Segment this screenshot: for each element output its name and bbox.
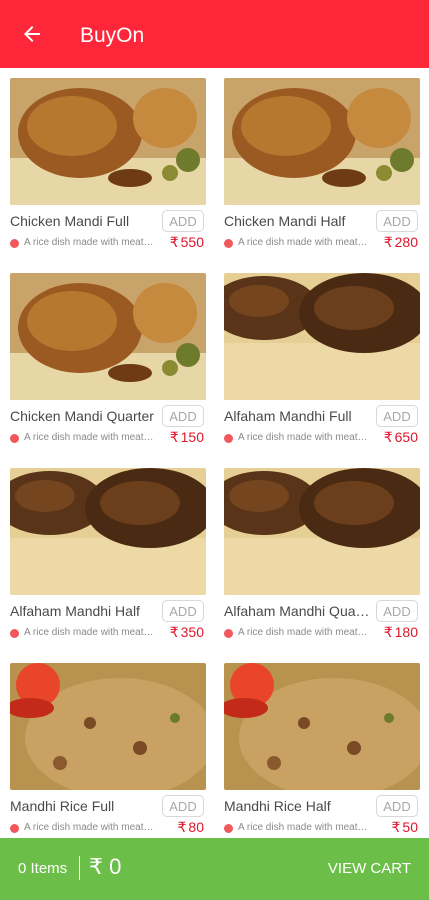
product-price: ₹350 [170,623,204,641]
product-name: Chicken Mandi Full [10,213,130,229]
price-value: 50 [402,819,418,835]
product-name: Chicken Mandi Half [224,213,346,229]
currency-symbol: ₹ [169,624,179,640]
product-card[interactable]: Chicken Mandi Full ADD A rice dish made … [10,78,206,263]
alfaham-image[interactable] [10,468,206,595]
divider [79,856,80,880]
food-type-dot [224,629,233,638]
currency-symbol: ₹ [169,429,179,445]
product-card[interactable]: Alfaham Mandhi Quarter ADD A rice dish m… [224,468,420,653]
food-type-dot [10,239,19,248]
alfaham-image[interactable] [224,468,420,595]
product-description: A rice dish made with meat, rice and spi… [24,627,156,638]
mandhi-rice-image[interactable] [224,663,420,790]
product-card[interactable]: Chicken Mandi Half ADD A rice dish made … [224,78,420,263]
product-description: A rice dish made with meat, rice and spi… [24,432,156,443]
food-type-dot [224,824,233,833]
food-type-dot [10,629,19,638]
alfaham-image[interactable] [224,273,420,400]
chicken-mandi-image[interactable] [224,78,420,205]
add-button[interactable]: ADD [162,210,204,232]
add-button[interactable]: ADD [162,600,204,622]
product-card[interactable]: Chicken Mandi Quarter ADD A rice dish ma… [10,273,206,458]
cart-items-count: 0 Items [18,860,68,877]
product-price: ₹50 [392,818,419,836]
currency-symbol: ₹ [177,819,187,835]
mandhi-rice-image[interactable] [10,663,206,790]
product-name: Chicken Mandi Quarter [10,408,154,424]
add-button[interactable]: ADD [162,795,204,817]
cart-total: ₹ 0 [89,854,121,880]
food-type-dot [10,434,19,443]
product-price: ₹280 [384,233,418,251]
add-button[interactable]: ADD [162,405,204,427]
product-name: Alfaham Mandhi Full [224,408,352,424]
currency-symbol: ₹ [169,234,179,250]
price-value: 150 [180,429,204,445]
chicken-mandi-image[interactable] [10,273,206,400]
add-button[interactable]: ADD [376,405,418,427]
product-description: A rice dish made with meat, rice and spi… [24,822,156,833]
product-card[interactable]: Alfaham Mandhi Full ADD A rice dish made… [224,273,420,458]
product-price: ₹650 [384,428,418,446]
product-card[interactable]: Mandhi Rice Full ADD A rice dish made wi… [10,663,206,838]
product-grid: Chicken Mandi Full ADD A rice dish made … [0,68,429,838]
food-type-dot [10,824,19,833]
product-name: Mandhi Rice Half [224,798,331,814]
total-value: 0 [109,854,122,879]
product-card[interactable]: Mandhi Rice Half ADD A rice dish made wi… [224,663,420,838]
product-description: A rice dish made with meat, rice and spi… [238,627,370,638]
currency-symbol: ₹ [89,854,103,879]
price-value: 550 [180,234,204,250]
app-bar: BuyOn [0,0,429,68]
product-description: A rice dish made with meat, rice and spi… [238,822,370,833]
arrow-left-icon[interactable] [20,22,44,46]
cart-bar: 0 Items ₹ 0 VIEW CART [0,838,429,900]
product-description: A rice dish made with meat, rice and spi… [24,237,156,248]
product-price: ₹80 [178,818,205,836]
product-name: Alfaham Mandhi Half [10,603,140,619]
price-value: 280 [394,234,418,250]
product-description: A rice dish made with meat, rice and spi… [238,432,370,443]
add-button[interactable]: ADD [376,600,418,622]
food-type-dot [224,239,233,248]
add-button[interactable]: ADD [376,795,418,817]
currency-symbol: ₹ [383,624,393,640]
currency-symbol: ₹ [383,234,393,250]
chicken-mandi-image[interactable] [10,78,206,205]
product-name: Alfaham Mandhi Quarter [224,603,374,619]
product-price: ₹150 [170,428,204,446]
page-title: BuyOn [80,24,145,47]
product-card[interactable]: Alfaham Mandhi Half ADD A rice dish made… [10,468,206,653]
currency-symbol: ₹ [391,819,401,835]
view-cart-button[interactable]: VIEW CART [328,860,411,878]
product-name: Mandhi Rice Full [10,798,115,814]
price-value: 350 [180,624,204,640]
price-value: 180 [394,624,418,640]
currency-symbol: ₹ [383,429,393,445]
product-price: ₹550 [170,233,204,251]
price-value: 80 [188,819,204,835]
price-value: 650 [394,429,418,445]
product-price: ₹180 [384,623,418,641]
food-type-dot [224,434,233,443]
product-description: A rice dish made with meat, rice and spi… [238,237,370,248]
add-button[interactable]: ADD [376,210,418,232]
